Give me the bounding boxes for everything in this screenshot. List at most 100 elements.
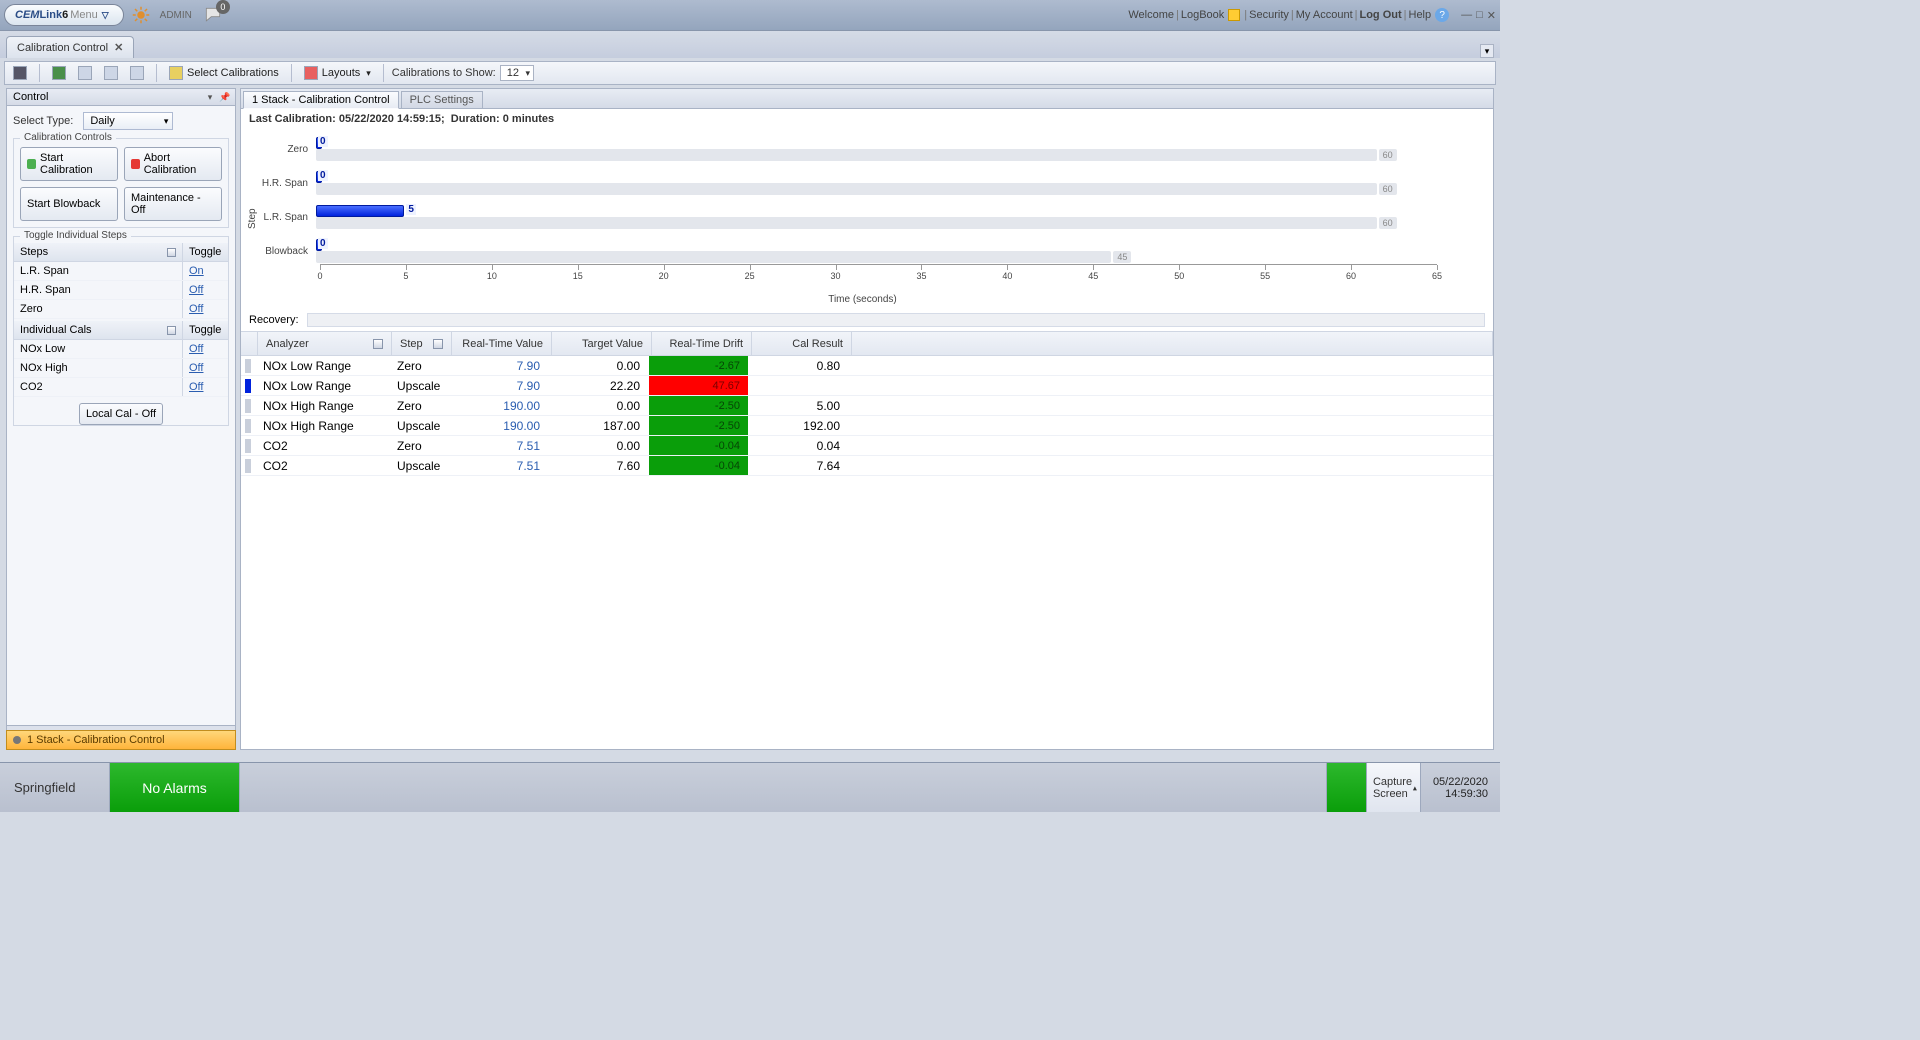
chart-row: Blowback 45 0 [260,239,1465,263]
ind-cal-toggle-link[interactable]: Off [189,362,203,374]
x-tick-label: 25 [745,271,755,281]
logo-prefix: CEM [15,9,39,21]
maintenance-off-button[interactable]: Maintenance - Off [124,187,222,221]
capture-screen-button[interactable]: Capture Screen ▴ [1366,763,1420,812]
cell-step: Upscale [389,456,449,475]
start-calibration-button[interactable]: Start Calibration [20,147,118,181]
tab-close-icon[interactable]: ✕ [114,41,123,54]
grid-row[interactable]: NOx Low Range Upscale 7.90 22.20 47.67 [241,376,1493,396]
filter-icon[interactable] [373,339,383,349]
help-link[interactable]: Help [1409,9,1432,21]
side-collapse-icon[interactable]: ▾ [205,92,215,102]
cell-result: 0.04 [749,436,849,455]
ind-cal-toggle-link[interactable]: Off [189,343,203,355]
filter-icon[interactable] [167,248,176,257]
individual-cals-header: Individual Cals [20,324,92,336]
cal-show-dropdown[interactable]: 12 ▾ [500,65,534,81]
tool-stack-icon[interactable] [9,64,31,82]
chart-track-bar [316,217,1377,229]
select-type-dropdown[interactable]: Daily ▾ [83,112,173,130]
tab-stack-calibration[interactable]: 1 Stack - Calibration Control [243,91,399,109]
recovery-progress-bar [307,313,1485,327]
tool-action2-icon[interactable] [100,64,122,82]
tool-action1-icon[interactable] [74,64,96,82]
main-menu-button[interactable]: CEMLink6 Menu ▽ [4,4,124,26]
cell-step: Zero [389,356,449,375]
cell-target-value: 0.00 [549,356,649,375]
x-tick-label: 35 [916,271,926,281]
chart-bar-track: 45 0 [316,239,1465,263]
chart-category-label: L.R. Span [260,212,312,223]
cell-realtime-value: 190.00 [449,396,549,415]
status-alarm[interactable]: No Alarms [110,763,240,812]
filter-icon[interactable] [167,326,176,335]
side-bottom-tab[interactable]: 1 Stack - Calibration Control [6,730,236,750]
cell-target-value: 0.00 [549,396,649,415]
cell-result: 0.80 [749,356,849,375]
step-toggle-link[interactable]: Off [189,303,203,315]
ind-cal-toggle-link[interactable]: Off [189,381,203,393]
step-name: H.R. Span [14,281,182,299]
grid-row[interactable]: CO2 Upscale 7.51 7.60 -0.04 7.64 [241,456,1493,476]
status-datetime: 05/22/2020 14:59:30 [1420,763,1500,812]
chart-value-label: 0 [318,170,328,181]
chart-category-label: Zero [260,144,312,155]
local-cal-button[interactable]: Local Cal - Off [79,403,163,425]
welcome-link[interactable]: Welcome [1128,9,1174,21]
step-toggle-link[interactable]: Off [189,284,203,296]
chart-end-label: 60 [1379,149,1397,161]
last-calibration-info: Last Calibration: 05/22/2020 14:59:15; D… [241,109,1493,129]
abort-calibration-button[interactable]: Abort Calibration [124,147,222,181]
close-icon[interactable]: ✕ [1487,9,1496,22]
select-calibrations-label: Select Calibrations [187,67,279,79]
select-calibrations-button[interactable]: Select Calibrations [165,64,283,82]
grid-row[interactable]: CO2 Zero 7.51 0.00 -0.04 0.04 [241,436,1493,456]
cell-drift: -0.04 [649,436,749,455]
ind-cal-name: NOx High [14,359,182,377]
cell-step: Zero [389,436,449,455]
row-marker-icon [245,419,251,433]
header-right-links: Welcome LogBook Security My Account Log … [1128,8,1496,22]
start-blowback-button[interactable]: Start Blowback [20,187,118,221]
chart-bar-track: 60 0 [316,137,1465,161]
help-icon[interactable]: ? [1435,8,1449,22]
step-name: L.R. Span [14,262,182,280]
security-link[interactable]: Security [1249,9,1289,21]
app-header: CEMLink6 Menu ▽ ADMIN 0 Welcome LogBook … [0,0,1500,30]
x-tick-label: 10 [487,271,497,281]
chevron-up-icon: ▴ [1413,783,1417,792]
tool-user-icon[interactable] [48,64,70,82]
layouts-button[interactable]: Layouts ▾ [300,64,375,82]
grid-row[interactable]: NOx Low Range Zero 7.90 0.00 -2.67 0.80 [241,356,1493,376]
tab-overflow-button[interactable]: ▾ [1480,44,1494,58]
col-analyzer: Analyzer [266,338,309,350]
recovery-row: Recovery: [241,309,1493,331]
step-toggle-link[interactable]: On [189,265,204,277]
cell-drift: -2.50 [649,416,749,435]
x-tick-label: 15 [573,271,583,281]
logout-link[interactable]: Log Out [1359,9,1401,21]
my-account-link[interactable]: My Account [1296,9,1353,21]
settings-gear-icon[interactable] [130,4,152,26]
row-marker-icon [245,459,251,473]
logbook-link[interactable]: LogBook [1181,9,1224,21]
cell-drift: 47.67 [649,376,749,395]
step-row: H.R. Span Off [14,281,228,300]
tab-calibration-control[interactable]: Calibration Control ✕ [6,36,134,58]
row-marker-icon [245,399,251,413]
calibration-step-chart: Step Zero 60 0 H.R. Span 60 0 L.R. Span … [241,129,1493,309]
cell-result [749,376,849,395]
cell-analyzer: NOx High Range [255,396,389,415]
grid-row[interactable]: NOx High Range Zero 190.00 0.00 -2.50 5.… [241,396,1493,416]
maximize-icon[interactable]: □ [1476,9,1483,21]
minimize-icon[interactable]: — [1461,9,1472,21]
grid-row[interactable]: NOx High Range Upscale 190.00 187.00 -2.… [241,416,1493,436]
cell-realtime-value: 7.51 [449,436,549,455]
tool-action3-icon[interactable] [126,64,148,82]
select-type-label: Select Type: [13,115,73,127]
chat-icon[interactable]: 0 [202,4,224,26]
tab-plc-settings[interactable]: PLC Settings [401,91,483,109]
chart-track-bar [316,183,1377,195]
filter-icon[interactable] [433,339,443,349]
pin-icon[interactable]: 📌 [219,92,229,102]
